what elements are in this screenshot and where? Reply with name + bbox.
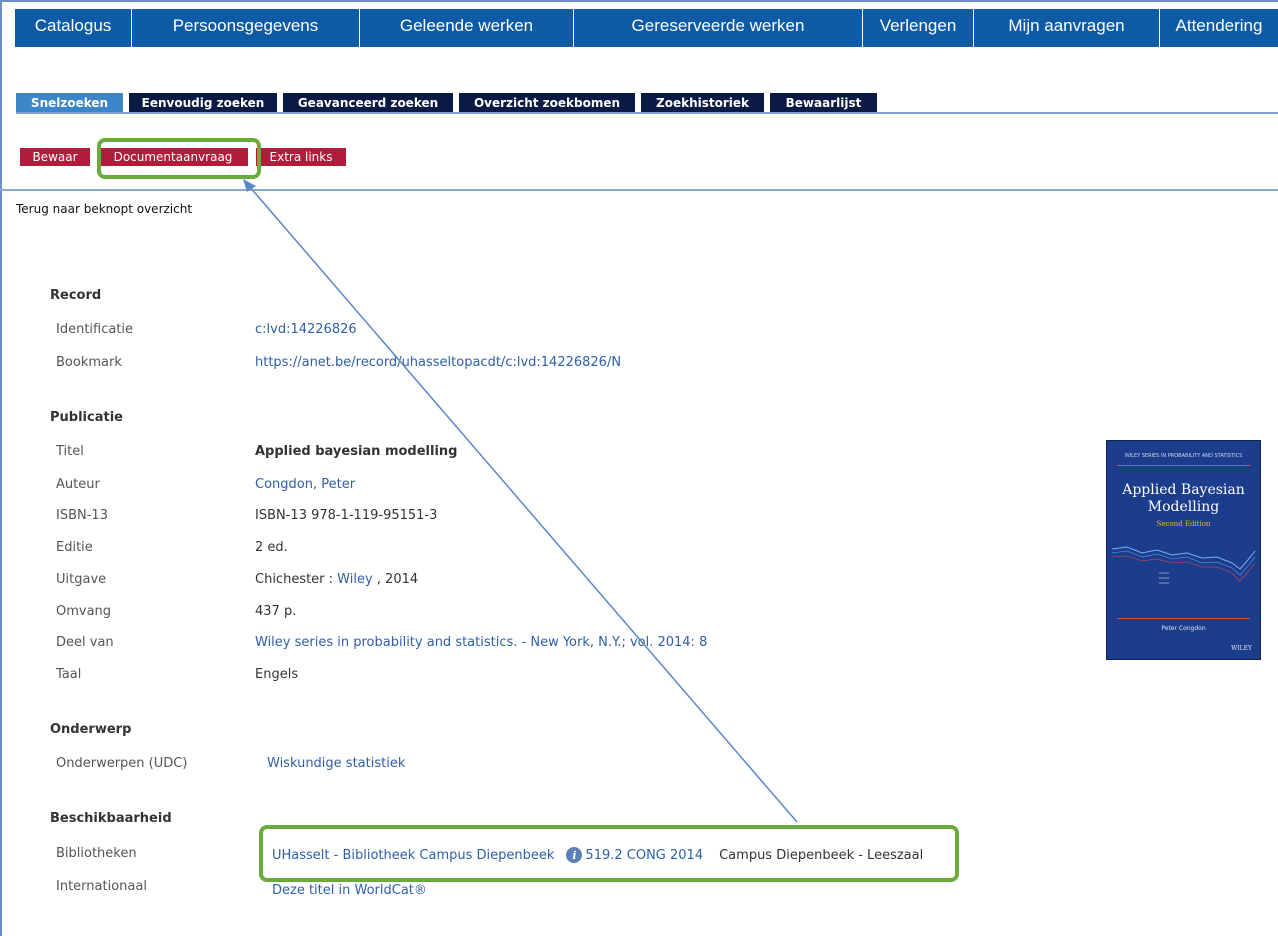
- label-bibliotheken: Bibliotheken: [56, 846, 137, 861]
- label-identificatie: Identificatie: [56, 322, 134, 337]
- tab-geavanceerd-zoeken[interactable]: Geavanceerd zoeken: [283, 93, 453, 113]
- value-editie: 2 ed.: [255, 540, 288, 555]
- value-uitgave: Chichester : Wiley , 2014: [255, 572, 418, 587]
- highlight-documentaanvraag: [97, 138, 261, 179]
- nav-catalogus[interactable]: Catalogus: [15, 9, 132, 47]
- bewaar-button[interactable]: Bewaar: [20, 148, 90, 166]
- section-beschikbaarheid: Beschikbaarheid: [50, 811, 172, 826]
- label-bookmark: Bookmark: [56, 355, 122, 370]
- divider: [0, 189, 1278, 191]
- cover-series: WILEY SERIES IN PROBABILITY AND STATISTI…: [1124, 453, 1243, 459]
- tabs-underline: [16, 112, 1278, 114]
- value-auteur[interactable]: Congdon, Peter: [255, 477, 355, 492]
- label-uitgave: Uitgave: [56, 572, 107, 587]
- value-bookmark[interactable]: https://anet.be/record/uhasseltopacdt/c:…: [255, 355, 621, 370]
- label-onderwerpen-udc: Onderwerpen (UDC): [56, 756, 188, 771]
- nav-gereserveerde-werken[interactable]: Gereserveerde werken: [574, 9, 863, 47]
- nav-mijn-aanvragen[interactable]: Mijn aanvragen: [974, 9, 1160, 47]
- label-deel-van: Deel van: [56, 635, 114, 650]
- back-to-overview-link[interactable]: Terug naar beknopt overzicht: [16, 202, 192, 216]
- book-cover-image: WILEY SERIES IN PROBABILITY AND STATISTI…: [1106, 440, 1261, 660]
- tab-zoekhistoriek[interactable]: Zoekhistoriek: [641, 93, 764, 113]
- section-record: Record: [50, 288, 102, 303]
- label-taal: Taal: [56, 667, 82, 682]
- uitgave-year: , 2014: [372, 572, 419, 587]
- label-isbn: ISBN-13: [56, 508, 108, 523]
- nav-persoonsgegevens[interactable]: Persoonsgegevens: [132, 9, 360, 47]
- label-internationaal: Internationaal: [56, 879, 147, 894]
- top-navigation: Catalogus Persoonsgegevens Geleende werk…: [15, 9, 1278, 47]
- tab-overzicht-zoekbomen[interactable]: Overzicht zoekbomen: [459, 93, 635, 113]
- value-deel-van[interactable]: Wiley series in probability and statisti…: [255, 635, 707, 650]
- worldcat-link[interactable]: Deze titel in WorldCat®: [272, 883, 427, 898]
- value-omvang: 437 p.: [255, 604, 297, 619]
- search-tabs: Snelzoeken Eenvoudig zoeken Geavanceerd …: [16, 93, 877, 113]
- uitgave-place: Chichester :: [255, 572, 338, 587]
- cover-graph: [1111, 546, 1256, 584]
- section-onderwerp: Onderwerp: [50, 722, 132, 737]
- cover-publisher: WILEY: [1231, 645, 1252, 652]
- cover-rule-bottom: [1117, 618, 1250, 619]
- cover-edition: Second Edition: [1156, 520, 1211, 528]
- value-taal: Engels: [255, 667, 299, 682]
- section-publicatie: Publicatie: [50, 410, 123, 425]
- nav-attendering[interactable]: Attendering: [1160, 9, 1278, 47]
- value-onderwerpen-udc[interactable]: Wiskundige statistiek: [267, 756, 405, 771]
- value-titel: Applied bayesian modelling: [255, 444, 458, 459]
- value-isbn: ISBN-13 978-1-119-95151-3: [255, 508, 438, 523]
- tab-eenvoudig-zoeken[interactable]: Eenvoudig zoeken: [129, 93, 277, 113]
- value-identificatie[interactable]: c:lvd:14226826: [255, 322, 357, 337]
- extra-links-button[interactable]: Extra links: [256, 148, 346, 166]
- label-auteur: Auteur: [56, 477, 100, 492]
- uitgave-publisher-link[interactable]: Wiley: [337, 572, 372, 587]
- cover-rule-top: [1117, 465, 1250, 466]
- cover-author: Peter Congdon: [1161, 625, 1206, 632]
- cover-title: Applied Bayesian Modelling: [1122, 482, 1245, 515]
- tab-snelzoeken[interactable]: Snelzoeken: [16, 93, 123, 113]
- label-omvang: Omvang: [56, 604, 112, 619]
- nav-geleende-werken[interactable]: Geleende werken: [360, 9, 574, 47]
- highlight-availability: [259, 825, 959, 882]
- tab-bewaarlijst[interactable]: Bewaarlijst: [770, 93, 877, 113]
- label-titel: Titel: [56, 444, 84, 459]
- label-editie: Editie: [56, 540, 93, 555]
- nav-verlengen[interactable]: Verlengen: [863, 9, 974, 47]
